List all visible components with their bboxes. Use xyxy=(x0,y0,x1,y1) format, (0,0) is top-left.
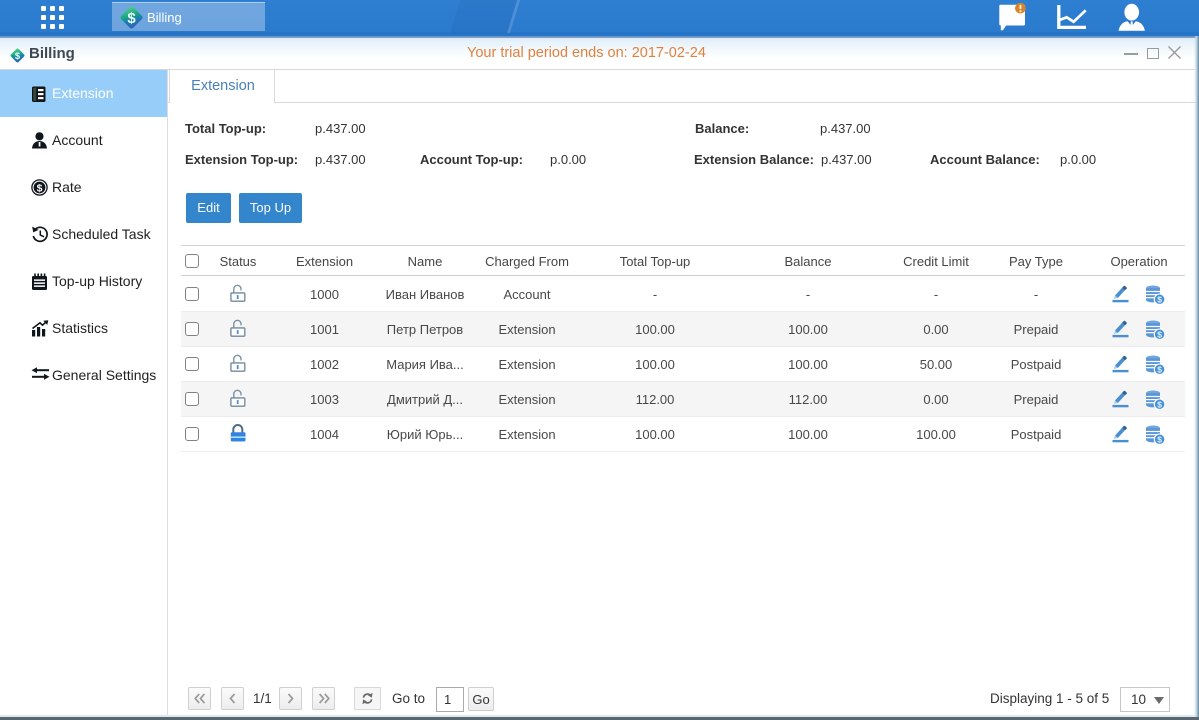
svg-text:$: $ xyxy=(15,51,21,62)
svg-text:$: $ xyxy=(1157,435,1162,445)
svg-text:$: $ xyxy=(1157,330,1162,340)
svg-text:$: $ xyxy=(127,10,136,27)
svg-text:$: $ xyxy=(37,182,43,194)
svg-text:$: $ xyxy=(1157,400,1162,410)
svg-text:$: $ xyxy=(1157,365,1162,375)
svg-text:$: $ xyxy=(1157,295,1162,305)
